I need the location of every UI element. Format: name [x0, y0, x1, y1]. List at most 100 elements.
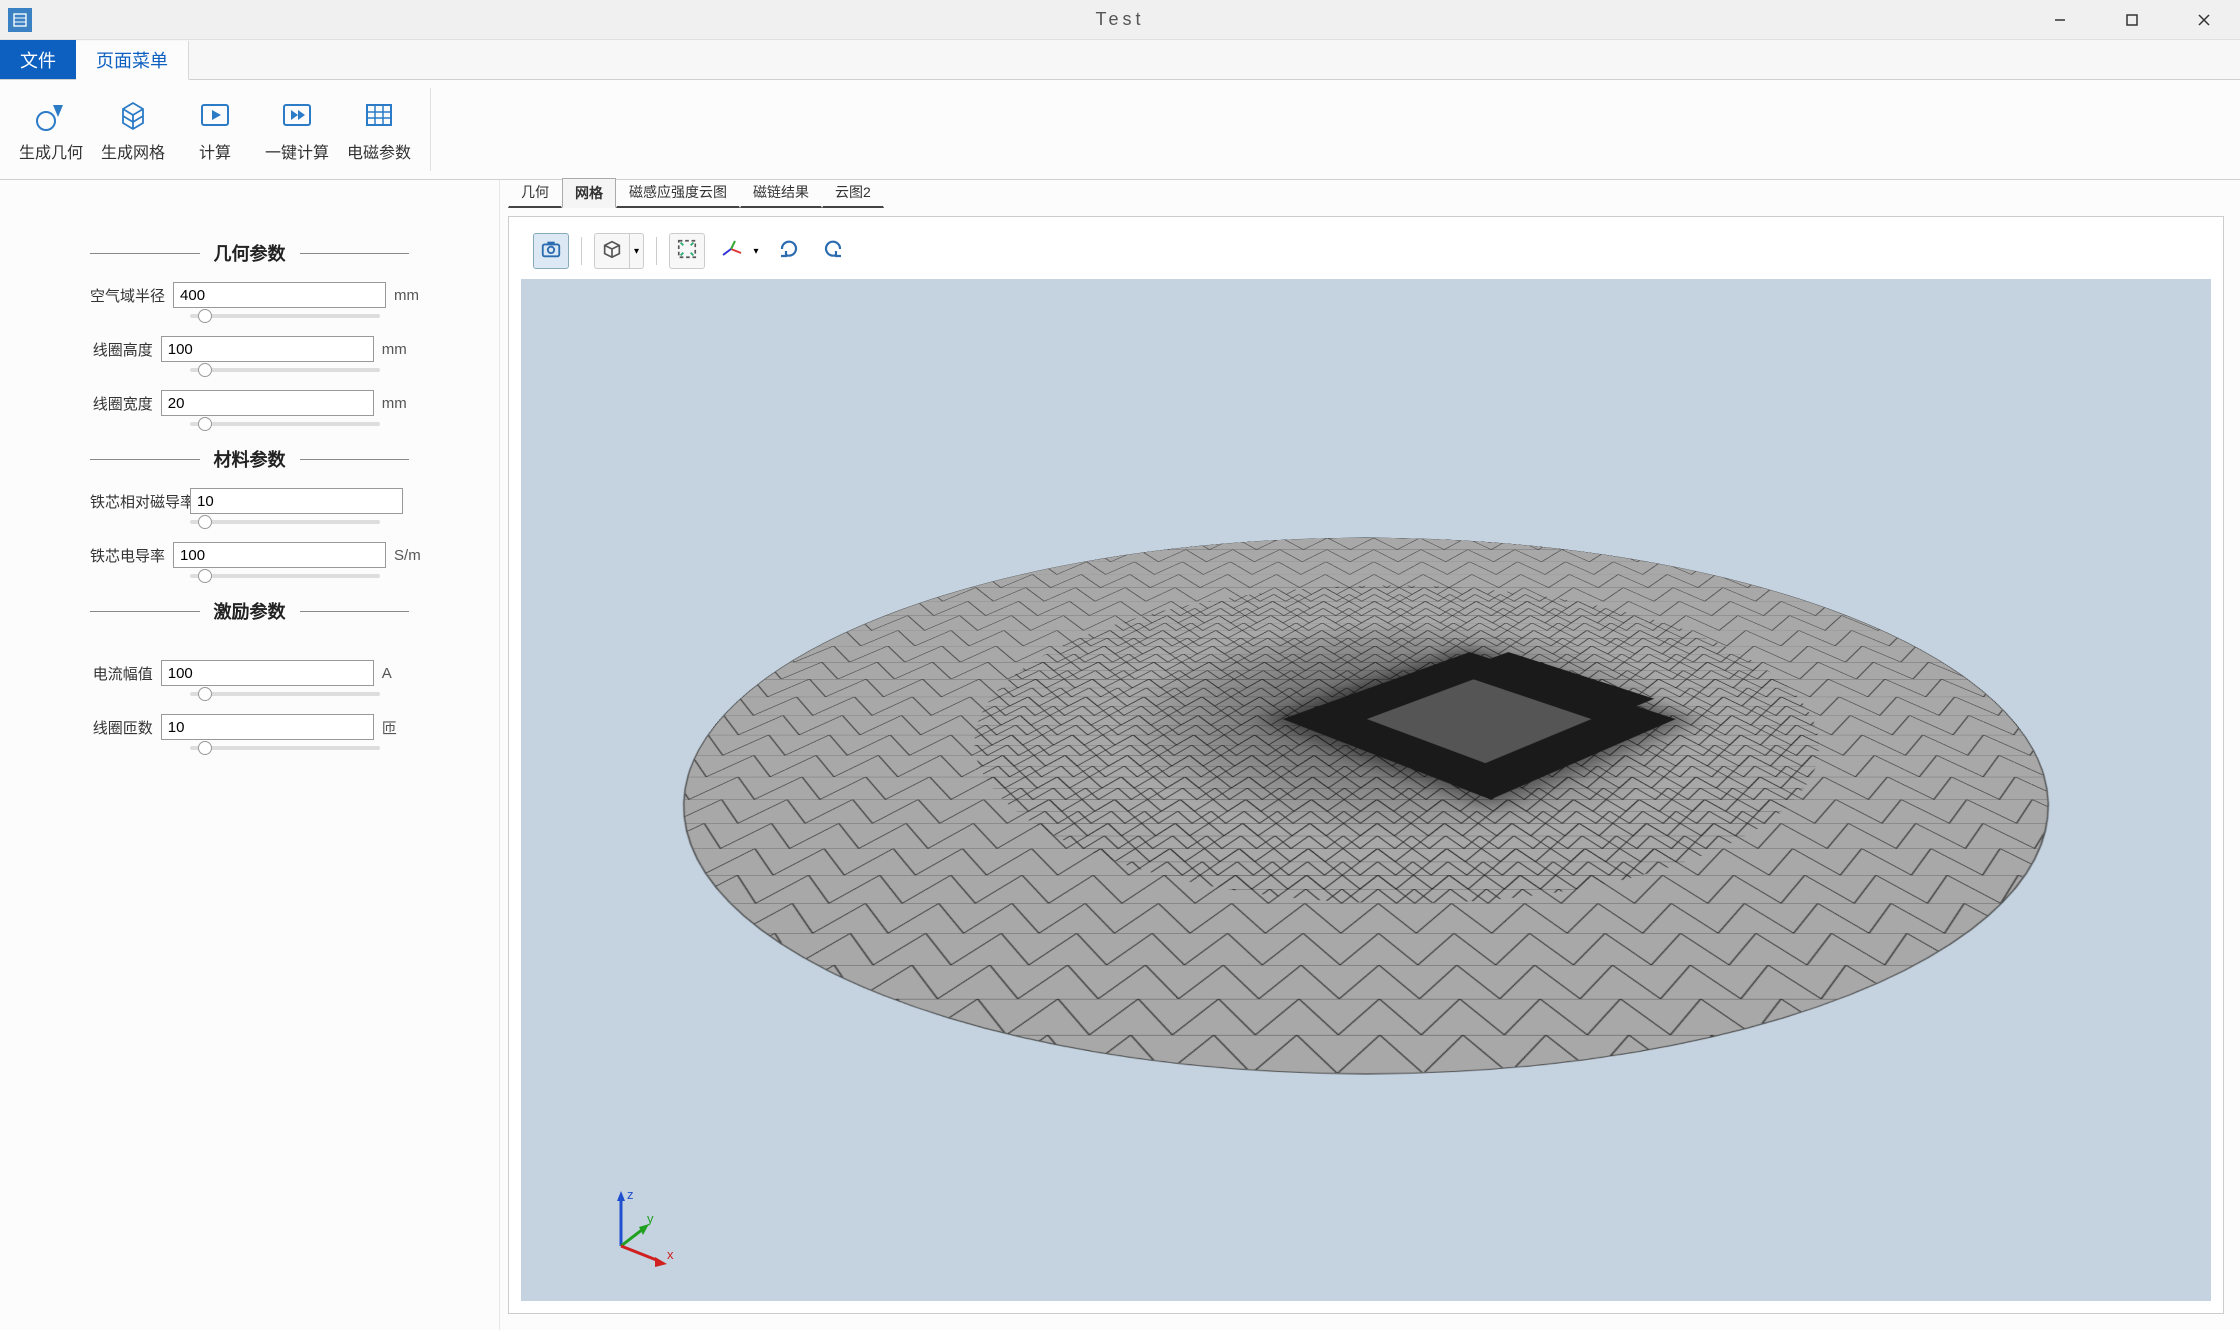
fit-view-button[interactable]	[669, 233, 705, 269]
window-title: Test	[1095, 9, 1144, 30]
param-label: 线圈匝数	[90, 717, 153, 738]
view-cube-button[interactable]	[594, 233, 630, 269]
tab-mesh[interactable]: 网格	[562, 178, 616, 208]
param-current-amplitude: 电流幅值 A	[90, 660, 409, 686]
svg-text:x: x	[667, 1247, 674, 1262]
minimize-button[interactable]	[2024, 0, 2096, 40]
param-unit: mm	[382, 341, 409, 358]
content-tabs: 几何 网格 磁感应强度云图 磁链结果 云图2	[500, 180, 2240, 208]
param-coil-turns: 线圈匝数 匝	[90, 714, 409, 740]
ribbon-label: 电磁参数	[347, 139, 411, 163]
rotate-ccw-button[interactable]	[815, 233, 851, 269]
ribbon-generate-geometry[interactable]: 生成几何	[12, 88, 90, 171]
ribbon-generate-mesh[interactable]: 生成网格	[94, 88, 172, 171]
param-coil-height: 线圈高度 mm	[90, 336, 409, 362]
input-core-conductivity[interactable]	[173, 542, 386, 568]
ribbon-oneclick-compute[interactable]: 一键计算	[258, 88, 336, 171]
ribbon-compute[interactable]: 计算	[176, 88, 254, 171]
tab-cloud2[interactable]: 云图2	[822, 177, 884, 208]
param-unit: A	[382, 665, 409, 682]
input-current-amplitude[interactable]	[161, 660, 374, 686]
title-bar: Test	[0, 0, 2240, 40]
slider-core-conductivity[interactable]	[190, 574, 380, 578]
viewer-canvas[interactable]: z y x	[521, 279, 2211, 1301]
view-cube-dropdown-arrow[interactable]: ▾	[630, 233, 644, 269]
section-title: 几何参数	[200, 240, 300, 266]
param-coil-width: 线圈宽度 mm	[90, 390, 409, 416]
geometry-icon	[33, 97, 69, 133]
param-unit: mm	[394, 287, 419, 304]
param-core-conductivity: 铁芯电导率 S/m	[90, 542, 409, 568]
ribbon-label: 一键计算	[265, 139, 329, 163]
section-material: 材料参数	[90, 446, 409, 472]
section-title: 材料参数	[200, 446, 300, 472]
menu-tab-page[interactable]: 页面菜单	[76, 41, 189, 80]
close-button[interactable]	[2168, 0, 2240, 40]
play-fast-icon	[279, 97, 315, 133]
slider-coil-turns[interactable]	[190, 746, 380, 750]
param-unit: 匝	[382, 717, 409, 738]
mesh-icon	[115, 97, 151, 133]
ribbon-em-params[interactable]: 电磁参数	[340, 88, 418, 171]
param-air-radius: 空气域半径 mm	[90, 282, 409, 308]
tab-geometry[interactable]: 几何	[508, 177, 562, 208]
param-label: 线圈高度	[90, 339, 153, 360]
slider-current-amplitude[interactable]	[190, 692, 380, 696]
slider-coil-width[interactable]	[190, 422, 380, 426]
main-area: 几何参数 空气域半径 mm 线圈高度 mm 线圈宽度 mm 材料参数 铁芯相对磁	[0, 180, 2240, 1330]
axes-dropdown-arrow[interactable]: ▾	[749, 233, 763, 269]
maximize-button[interactable]	[2096, 0, 2168, 40]
input-coil-turns[interactable]	[161, 714, 374, 740]
viewer-frame: ▾ ▾	[508, 216, 2224, 1314]
section-title: 激励参数	[200, 598, 300, 624]
tab-flux-density[interactable]: 磁感应强度云图	[616, 177, 740, 208]
input-coil-height[interactable]	[161, 336, 374, 362]
view-cube-dropdown: ▾	[594, 233, 644, 269]
ribbon: 生成几何 生成网格 计算 一键计算 电磁参数	[0, 80, 2240, 180]
rotate-cw-button[interactable]	[771, 233, 807, 269]
menu-tabs: 文件 页面菜单	[0, 40, 2240, 80]
slider-air-radius[interactable]	[190, 314, 380, 318]
mesh-visualization	[521, 538, 2211, 1074]
ribbon-label: 生成网格	[101, 139, 165, 163]
input-air-radius[interactable]	[173, 282, 386, 308]
param-label: 铁芯相对磁导率	[90, 491, 182, 512]
cube-icon	[601, 238, 623, 265]
fit-icon	[676, 238, 698, 265]
param-unit: S/m	[394, 547, 421, 564]
sidebar: 几何参数 空气域半径 mm 线圈高度 mm 线圈宽度 mm 材料参数 铁芯相对磁	[0, 180, 500, 1330]
param-unit: mm	[382, 395, 409, 412]
content-area: 几何 网格 磁感应强度云图 磁链结果 云图2 ▾ ▾	[500, 180, 2240, 1330]
viewer-toolbar: ▾ ▾	[521, 229, 2211, 273]
camera-icon	[540, 238, 562, 265]
param-label: 线圈宽度	[90, 393, 153, 414]
window-controls	[2024, 0, 2240, 40]
slider-coil-height[interactable]	[190, 368, 380, 372]
tab-flux-linkage[interactable]: 磁链结果	[740, 177, 822, 208]
table-icon	[361, 97, 397, 133]
rotate-cw-icon	[777, 237, 801, 266]
input-coil-width[interactable]	[161, 390, 374, 416]
axes-dropdown: ▾	[713, 233, 763, 269]
param-label: 电流幅值	[90, 663, 153, 684]
rotate-ccw-icon	[821, 237, 845, 266]
slider-core-permeability[interactable]	[190, 520, 380, 524]
param-label: 铁芯电导率	[90, 545, 165, 566]
ribbon-label: 生成几何	[19, 139, 83, 163]
ribbon-label: 计算	[199, 139, 231, 163]
screenshot-button[interactable]	[533, 233, 569, 269]
app-icon	[8, 8, 32, 32]
param-core-permeability: 铁芯相对磁导率	[90, 488, 409, 514]
axes-button[interactable]	[713, 233, 749, 269]
axis-gizmo: z y x	[591, 1181, 671, 1261]
section-excitation: 激励参数	[90, 598, 409, 624]
input-core-permeability[interactable]	[190, 488, 403, 514]
svg-text:y: y	[647, 1211, 654, 1226]
axes-icon	[719, 237, 743, 266]
section-geometry: 几何参数	[90, 240, 409, 266]
param-label: 空气域半径	[90, 285, 165, 306]
menu-tab-file[interactable]: 文件	[0, 40, 76, 79]
svg-text:z: z	[627, 1187, 634, 1202]
play-icon	[197, 97, 233, 133]
ribbon-group: 生成几何 生成网格 计算 一键计算 电磁参数	[12, 88, 431, 171]
